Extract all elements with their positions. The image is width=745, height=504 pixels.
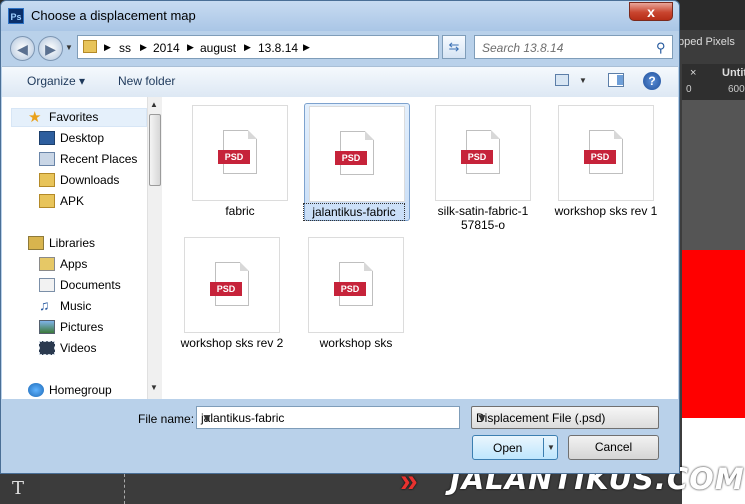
sample-option-label: pped Pixels: [678, 36, 735, 48]
file-item-workshop-sks-rev-1[interactable]: PSD workshop sks rev 1: [550, 103, 662, 233]
file-item-workshop-sks-rev-2[interactable]: PSD workshop sks rev 2: [176, 235, 288, 365]
command-toolbar: Organize ▾ New folder ▼ ?: [2, 66, 678, 98]
help-button[interactable]: ?: [643, 72, 661, 90]
psd-file-icon: PSD: [218, 130, 257, 174]
view-options-dropdown-icon[interactable]: ▼: [579, 76, 587, 85]
file-item-jalantikus-fabric[interactable]: PSD jalantikus-fabric: [303, 103, 410, 221]
homegroup-icon: [28, 383, 44, 397]
recent-locations-dropdown-icon[interactable]: ▼: [65, 43, 73, 52]
file-thumbnail: PSD: [558, 105, 654, 201]
file-item-workshop-sks[interactable]: PSD workshop sks: [300, 235, 412, 365]
breadcrumb-arrow-icon[interactable]: ▶: [244, 42, 251, 53]
search-placeholder: Search 13.8.14: [482, 41, 564, 55]
breadcrumb-ss[interactable]: ss: [119, 41, 131, 55]
recent-places-icon: [39, 152, 55, 166]
file-name-value: jalantikus-fabric: [201, 411, 285, 425]
psd-file-icon: PSD: [335, 131, 374, 175]
file-item-silk-satin-fabric[interactable]: PSD silk-satin-fabric-1 57815-o: [427, 103, 539, 233]
libraries-icon: [28, 236, 44, 250]
canvas-gray-area: [682, 100, 745, 250]
breadcrumb-13-8-14[interactable]: 13.8.14: [258, 41, 298, 55]
file-name: silk-satin-fabric-1 57815-o: [437, 204, 529, 232]
file-name: fabric: [225, 204, 255, 218]
type-tool-icon[interactable]: T: [0, 474, 40, 504]
file-type-dropdown-icon[interactable]: ▼: [476, 411, 488, 425]
file-type-select[interactable]: Displacement File (.psd) ▼: [471, 406, 659, 429]
back-button[interactable]: ◀: [10, 36, 35, 61]
file-thumbnail: PSD: [192, 105, 288, 201]
photoshop-app-icon: Ps: [8, 8, 24, 24]
title-bar[interactable]: Ps Choose a displacement map x: [1, 1, 679, 31]
file-thumbnail: PSD: [435, 105, 531, 201]
open-button[interactable]: Open ▼: [472, 435, 558, 460]
breadcrumb-2014[interactable]: 2014: [153, 41, 180, 55]
folder-icon: [39, 194, 55, 208]
scroll-down-icon[interactable]: ▼: [150, 383, 158, 392]
document-tab-area: × Untit 0 600: [682, 64, 745, 100]
folder-icon: [83, 40, 97, 53]
file-name-input[interactable]: jalantikus-fabric ▼: [196, 406, 460, 429]
file-name: jalantikus-fabric: [303, 203, 405, 221]
search-input[interactable]: Search 13.8.14 ⚲: [474, 35, 673, 59]
library-folder-icon: [39, 257, 55, 271]
music-icon: ♫: [39, 297, 50, 313]
breadcrumb-arrow-icon[interactable]: ▶: [140, 42, 147, 53]
breadcrumb-arrow-icon[interactable]: ▶: [104, 42, 111, 53]
split-divider: [543, 438, 544, 457]
canvas-red-fill: [682, 250, 745, 418]
file-name: workshop sks rev 1: [554, 204, 658, 218]
nav-scrollbar[interactable]: ▲ ▼: [147, 97, 162, 399]
scroll-up-icon[interactable]: ▲: [150, 100, 158, 109]
ruler-number: 0: [686, 84, 692, 95]
dialog-title: Choose a displacement map: [31, 8, 196, 23]
close-button[interactable]: x: [629, 2, 673, 21]
file-thumbnail: PSD: [184, 237, 280, 333]
open-button-label: Open: [493, 441, 523, 455]
breadcrumb-arrow-icon[interactable]: ▶: [303, 42, 310, 53]
psd-file-icon: PSD: [334, 262, 373, 306]
file-type-value: Displacement File (.psd): [476, 411, 606, 425]
preview-pane-icon[interactable]: [608, 73, 624, 87]
breadcrumb-arrow-icon[interactable]: ▶: [187, 42, 194, 53]
scrollbar-thumb[interactable]: [149, 114, 161, 186]
address-row: ◀ ▶ ▼ ▶ ss ▶ 2014 ▶ august ▶ 13.8.14 ▶ ▼…: [1, 31, 679, 65]
open-options-dropdown-icon[interactable]: ▼: [547, 443, 555, 452]
content-area: ★ Favorites Desktop Recent Places Downlo…: [2, 97, 678, 399]
desktop-icon: [39, 131, 55, 145]
documents-icon: [39, 278, 55, 292]
videos-icon: [39, 341, 55, 355]
forward-button[interactable]: ▶: [38, 36, 63, 61]
pictures-icon: [39, 320, 55, 334]
document-tab[interactable]: Untit: [722, 67, 745, 79]
open-file-dialog: Ps Choose a displacement map x ◀ ▶ ▼ ▶ s…: [0, 0, 680, 474]
file-thumbnail: PSD: [308, 237, 404, 333]
breadcrumb-august[interactable]: august: [200, 41, 236, 55]
file-name-dropdown-icon[interactable]: ▼: [201, 411, 213, 425]
file-list: PSD fabric PSD jalantikus-fabric PSD sil…: [162, 97, 678, 399]
file-name: workshop sks rev 2: [180, 336, 284, 350]
change-view-icon[interactable]: [555, 74, 569, 86]
search-icon[interactable]: ⚲: [656, 40, 666, 56]
tab-close-icon[interactable]: ×: [690, 67, 696, 79]
file-name-label: File name:: [138, 412, 195, 426]
psd-file-icon: PSD: [461, 130, 500, 174]
psd-file-icon: PSD: [584, 130, 623, 174]
refresh-button[interactable]: ⇆: [442, 35, 466, 59]
organize-button[interactable]: Organize ▾: [27, 74, 85, 88]
file-thumbnail: PSD: [309, 106, 405, 202]
marquee-edge: [124, 474, 125, 504]
star-icon: ★: [28, 109, 42, 126]
new-folder-button[interactable]: New folder: [118, 74, 175, 88]
file-name: workshop sks: [319, 336, 393, 350]
psd-file-icon: PSD: [210, 262, 249, 306]
cancel-button[interactable]: Cancel: [568, 435, 659, 460]
file-item-fabric[interactable]: PSD fabric: [184, 103, 296, 233]
ruler-number: 600: [728, 84, 745, 95]
address-bar[interactable]: ▶ ss ▶ 2014 ▶ august ▶ 13.8.14 ▶ ▼: [77, 35, 511, 59]
navigation-pane: ★ Favorites Desktop Recent Places Downlo…: [2, 97, 162, 399]
downloads-folder-icon: [39, 173, 55, 187]
